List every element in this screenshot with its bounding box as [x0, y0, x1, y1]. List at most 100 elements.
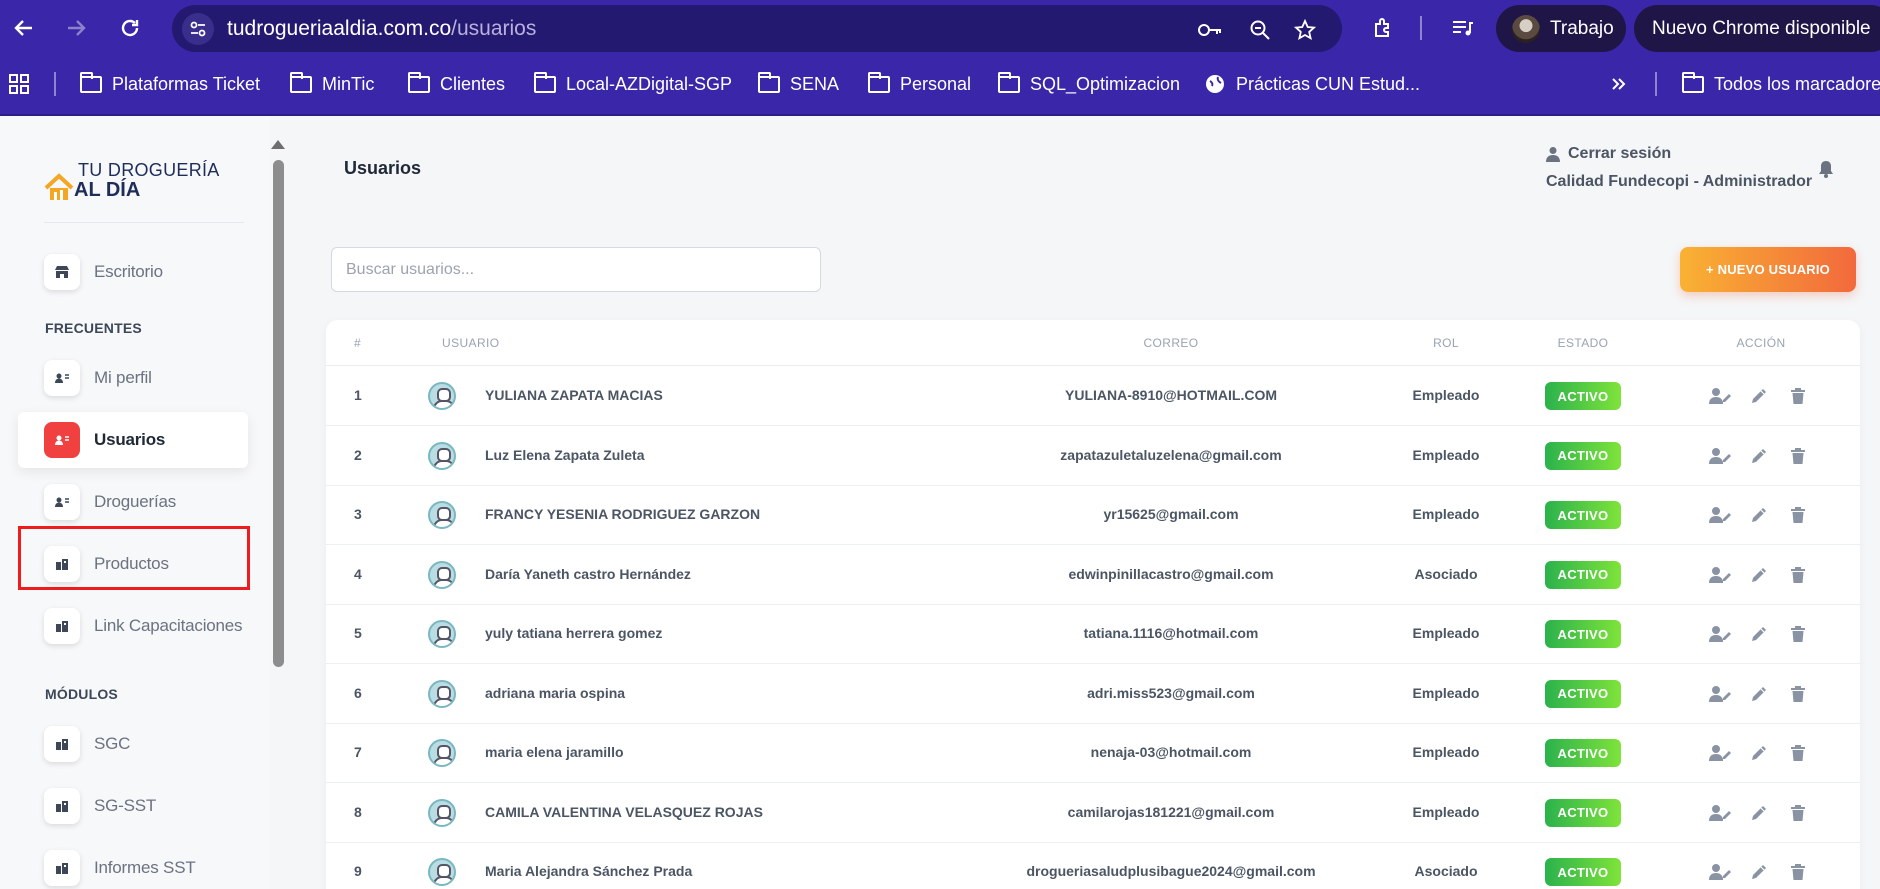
update-chrome-button[interactable]: Nuevo Chrome disponible	[1634, 5, 1880, 52]
assign-user-icon[interactable]	[1708, 801, 1732, 825]
user-avatar-icon	[428, 382, 456, 410]
extensions-puzzle-icon[interactable]	[1368, 12, 1400, 44]
edit-pencil-icon[interactable]	[1747, 444, 1771, 468]
trash-icon[interactable]	[1786, 384, 1810, 408]
sidebar-item-droguerias[interactable]: Droguerías	[18, 474, 248, 530]
bookmark-local-azdigital[interactable]: Local-AZDigital-SGP	[534, 70, 732, 98]
brand-logo[interactable]: TU DROGUERÍA AL DÍA	[44, 160, 219, 206]
trash-icon[interactable]	[1786, 860, 1810, 884]
sidebar-item-escritorio[interactable]: Escritorio	[18, 244, 248, 300]
edit-pencil-icon[interactable]	[1747, 622, 1771, 646]
sidebar-item-productos[interactable]: Productos	[18, 536, 248, 592]
user-email: drogueriasaludplusibague2024@gmail.com	[1026, 863, 1316, 879]
trash-icon[interactable]	[1786, 622, 1810, 646]
bookmarks-divider	[1655, 72, 1657, 96]
assign-user-icon[interactable]	[1708, 384, 1732, 408]
assign-user-icon[interactable]	[1708, 444, 1732, 468]
media-queue-icon[interactable]	[1446, 12, 1478, 44]
trash-icon[interactable]	[1786, 503, 1810, 527]
sidebar-item-label: Droguerías	[94, 492, 177, 511]
reload-icon[interactable]	[114, 12, 146, 44]
user-name: Luz Elena Zapata Zuleta	[485, 446, 645, 463]
edit-pencil-icon[interactable]	[1747, 860, 1771, 884]
bell-icon[interactable]	[1818, 160, 1834, 183]
user-name: FRANCY YESENIA RODRIGUEZ GARZON	[485, 506, 761, 522]
trash-icon[interactable]	[1786, 444, 1810, 468]
trash-icon[interactable]	[1786, 801, 1810, 825]
more-bookmarks-chevron-icon[interactable]	[1610, 70, 1628, 98]
search-input[interactable]	[331, 247, 821, 292]
assign-user-icon[interactable]	[1708, 622, 1732, 646]
zoom-icon[interactable]	[1247, 17, 1273, 43]
status-badge: ACTIVO	[1545, 560, 1621, 589]
forward-arrow-icon[interactable]	[60, 12, 92, 44]
bookmark-star-icon[interactable]	[1292, 17, 1318, 43]
edit-pencil-icon[interactable]	[1747, 384, 1771, 408]
address-bar[interactable]: tudrogueriaaldia.com.co/usuarios	[172, 5, 1342, 52]
url-host: tudrogueriaaldia.com.co	[227, 17, 452, 40]
bookmark-personal[interactable]: Personal	[868, 70, 971, 98]
building-icon	[44, 726, 80, 762]
new-user-button[interactable]: + NUEVO USUARIO	[1680, 247, 1856, 292]
back-arrow-icon[interactable]	[8, 12, 40, 44]
trash-icon[interactable]	[1786, 563, 1810, 587]
logout-link[interactable]: Cerrar sesión	[1546, 145, 1812, 163]
table-row: 7 maria elena jaramillo nenaja-03@hotmai…	[326, 723, 1860, 783]
user-icon	[1546, 147, 1560, 162]
browser-chrome: tudrogueriaaldia.com.co/usuarios Trabajo…	[0, 0, 1880, 116]
bookmark-sql-optimizacion[interactable]: SQL_Optimizacion	[998, 70, 1180, 98]
edit-pencil-icon[interactable]	[1747, 801, 1771, 825]
folder-icon	[534, 71, 556, 93]
assign-user-icon[interactable]	[1708, 503, 1732, 527]
assign-user-icon[interactable]	[1708, 563, 1732, 587]
url-text[interactable]: tudrogueriaaldia.com.co/usuarios	[227, 17, 536, 41]
sidebar-item-sgc[interactable]: SGC	[18, 716, 248, 772]
bookmark-label: Personal	[900, 73, 972, 94]
password-key-icon[interactable]	[1197, 17, 1223, 43]
sidebar-item-mi-perfil[interactable]: Mi perfil	[18, 350, 248, 406]
folder-icon	[868, 71, 890, 93]
bookmark-label: SENA	[790, 73, 840, 94]
user-avatar-icon	[428, 560, 456, 589]
sidebar-item-sg-sst[interactable]: SG-SST	[18, 778, 248, 834]
user-card-icon	[44, 360, 80, 396]
edit-pencil-icon[interactable]	[1747, 503, 1771, 527]
trash-icon[interactable]	[1786, 741, 1810, 765]
apps-grid-icon[interactable]	[8, 70, 30, 98]
user-card-icon	[44, 484, 80, 520]
user-role: Empleado	[1412, 446, 1480, 463]
table-row: 5 yuly tatiana herrera gomez tatiana.111…	[326, 604, 1860, 664]
bookmark-mintic[interactable]: MinTic	[290, 70, 374, 98]
sidebar-item-informes-sst[interactable]: Informes SST	[18, 840, 248, 889]
bookmark-practicas-cun[interactable]: Prácticas CUN Estud...	[1204, 70, 1420, 98]
assign-user-icon[interactable]	[1708, 860, 1732, 884]
edit-pencil-icon[interactable]	[1747, 563, 1771, 587]
bookmark-plataformas-ticket[interactable]: Plataformas Ticket	[80, 70, 260, 98]
profile-button[interactable]: Trabajo	[1496, 5, 1626, 52]
folder-icon	[758, 71, 780, 93]
edit-pencil-icon[interactable]	[1747, 741, 1771, 765]
sidebar-item-link-capacitaciones[interactable]: Link Capacitaciones	[18, 598, 248, 654]
bookmark-label: Clientes	[440, 73, 506, 94]
assign-user-icon[interactable]	[1708, 741, 1732, 765]
edit-pencil-icon[interactable]	[1747, 682, 1771, 706]
row-number: 2	[354, 446, 362, 463]
column-header-estado: ESTADO	[1557, 336, 1609, 350]
site-settings-icon[interactable]	[182, 13, 214, 45]
trash-icon[interactable]	[1786, 682, 1810, 706]
sidebar-item-usuarios[interactable]: Usuarios	[18, 412, 248, 468]
assign-user-icon[interactable]	[1708, 682, 1732, 706]
scroll-up-arrow-icon[interactable]	[271, 140, 285, 149]
sidebar-item-label: Escritorio	[94, 262, 163, 281]
profile-label: Trabajo	[1550, 17, 1614, 39]
sidebar-item-label: Usuarios	[94, 430, 166, 449]
user-name: CAMILA VALENTINA VELASQUEZ ROJAS	[485, 803, 763, 820]
bookmark-all[interactable]: Todos los marcadores	[1682, 70, 1880, 98]
bookmark-clientes[interactable]: Clientes	[408, 70, 505, 98]
sidebar-item-label: SGC	[94, 734, 131, 753]
status-badge: ACTIVO	[1545, 441, 1621, 470]
bookmark-sena[interactable]: SENA	[758, 70, 839, 98]
row-number: 5	[354, 625, 362, 641]
sidebar-scrollbar[interactable]	[273, 160, 284, 667]
url-path: /usuarios	[451, 17, 537, 40]
